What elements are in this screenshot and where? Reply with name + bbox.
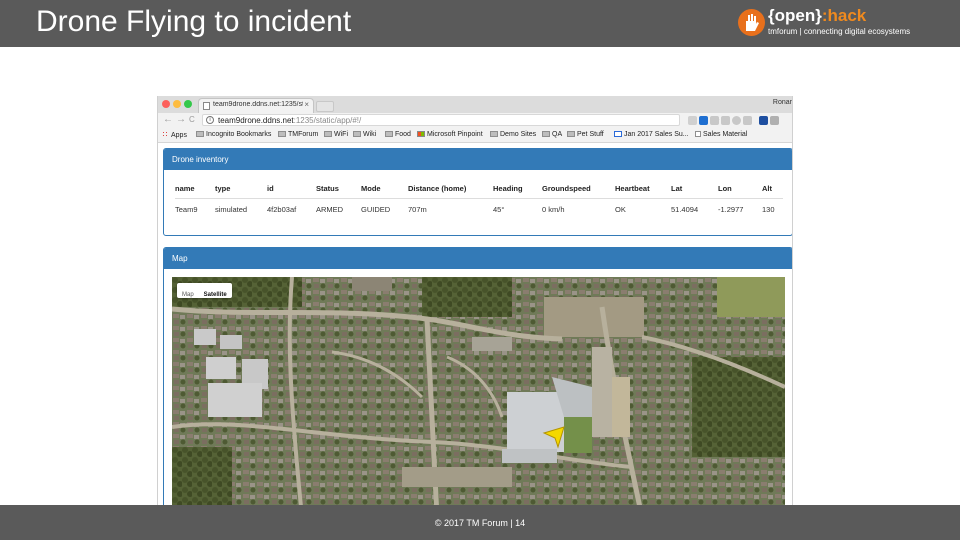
close-window-button[interactable] — [162, 100, 170, 108]
page-content: Drone inventory name type id Status Mode… — [158, 144, 792, 505]
extension-square-icon[interactable] — [770, 116, 779, 125]
cell-heartbeat: OK — [615, 205, 626, 214]
hand-logo-icon — [738, 9, 765, 36]
satellite-map[interactable]: Map Satellite — [172, 277, 785, 505]
folder-icon — [324, 131, 332, 137]
cell-distance: 707m — [408, 205, 427, 214]
table-divider — [175, 198, 783, 199]
page-icon — [695, 131, 701, 137]
column-header: Distance (home) — [408, 184, 467, 193]
extension-doc-icon[interactable] — [721, 116, 730, 125]
bookmark-incognito[interactable]: Incognito Bookmarks — [196, 131, 271, 138]
bookmark-food[interactable]: Food — [385, 131, 411, 138]
column-header: Lon — [718, 184, 732, 193]
browser-tab-bar: team9drone.ddns.net:1235/st × Ronar — [158, 96, 792, 113]
column-header: Alt — [762, 184, 772, 193]
zoom-window-button[interactable] — [184, 100, 192, 108]
new-tab-button[interactable] — [316, 101, 334, 112]
folder-icon — [385, 131, 393, 137]
apps-grid-icon — [162, 131, 169, 138]
cell-heading: 45° — [493, 205, 505, 214]
extension-mail-icon[interactable] — [688, 116, 697, 125]
slide-footer: © 2017 TM Forum | 14 — [0, 505, 960, 540]
bookmark-apps[interactable]: Apps — [162, 131, 187, 139]
map-type-map-button[interactable]: Map — [177, 288, 199, 302]
column-header: Mode — [361, 184, 381, 193]
back-arrow-icon[interactable]: ← — [163, 114, 173, 125]
column-header: Heartbeat — [615, 184, 650, 193]
map-panel-title: Map — [164, 248, 792, 269]
calendar-icon — [614, 131, 622, 137]
cell-name: Team9 — [175, 205, 198, 214]
folder-icon — [567, 131, 575, 137]
bookmark-microsoft-pinpoint[interactable]: Microsoft Pinpoint — [417, 131, 483, 138]
browser-tab-active[interactable]: team9drone.ddns.net:1235/st × — [198, 98, 314, 113]
bookmark-tmforum[interactable]: TMForum — [278, 131, 318, 138]
drone-inventory-panel: Drone inventory name type id Status Mode… — [163, 148, 792, 236]
drone-inventory-title: Drone inventory — [164, 149, 792, 170]
map-type-toggle: Map Satellite — [177, 283, 232, 298]
cell-type: simulated — [215, 205, 248, 214]
slide-header: Drone Flying to incident {open}:hack tmf… — [0, 0, 960, 47]
slide: Drone Flying to incident {open}:hack tmf… — [0, 0, 960, 540]
browser-window: team9drone.ddns.net:1235/st × Ronar ← → … — [157, 96, 793, 505]
url-text: team9drone.ddns.net:1235/static/app/#!/ — [218, 116, 362, 125]
cell-alt: 130 — [762, 205, 775, 214]
folder-icon — [542, 131, 550, 137]
cell-id: 4f2b03af — [267, 205, 297, 214]
extension-clock-icon[interactable] — [732, 116, 741, 125]
extension-lock-icon[interactable] — [743, 116, 752, 125]
cell-status: ARMED — [316, 205, 344, 214]
reload-icon[interactable]: C — [189, 115, 195, 124]
bookmark-qa[interactable]: QA — [542, 131, 562, 138]
microsoft-logo-icon — [417, 131, 425, 137]
footer-text: © 2017 TM Forum | 14 — [434, 518, 526, 528]
forward-arrow-icon[interactable]: → — [176, 114, 186, 125]
folder-icon — [278, 131, 286, 137]
cell-groundspeed: 0 km/h — [542, 205, 565, 214]
cell-lon: -1.2977 — [718, 205, 744, 214]
bookmark-demo-sites[interactable]: Demo Sites — [490, 131, 536, 138]
bookmark-pet-stuff[interactable]: Pet Stuff — [567, 131, 604, 138]
extension-v-icon[interactable] — [699, 116, 708, 125]
minimize-window-button[interactable] — [173, 100, 181, 108]
profile-name[interactable]: Ronar — [773, 99, 792, 106]
open-hack-logo: {open}:hack tmforum | connecting digital… — [738, 6, 928, 40]
map-type-satellite-button[interactable]: Satellite — [199, 288, 232, 302]
column-header: id — [267, 184, 274, 193]
extension-cloud-icon[interactable] — [710, 116, 719, 125]
column-header: Status — [316, 184, 339, 193]
page-favicon-icon — [203, 102, 210, 110]
tab-title: team9drone.ddns.net:1235/st — [213, 101, 303, 108]
address-bar-row: ← → C i team9drone.ddns.net:1235/static/… — [158, 113, 792, 128]
column-header: Groundspeed — [542, 184, 591, 193]
folder-icon — [490, 131, 498, 137]
map-panel: Map Map Satellite — [163, 247, 792, 505]
column-header: Lat — [671, 184, 683, 193]
page-info-icon[interactable]: i — [206, 116, 214, 124]
folder-icon — [196, 131, 204, 137]
column-header: type — [215, 184, 231, 193]
cell-lat: 51.4094 — [671, 205, 699, 214]
column-header: name — [175, 184, 195, 193]
extension-shield-icon[interactable] — [759, 116, 768, 125]
bookmark-wifi[interactable]: WiFi — [324, 131, 348, 138]
cell-mode: GUIDED — [361, 205, 391, 214]
bookmark-jan-sales[interactable]: Jan 2017 Sales Su... — [614, 131, 689, 138]
logo-tagline: tmforum | connecting digital ecosystems — [768, 27, 911, 36]
column-header: Heading — [493, 184, 523, 193]
folder-icon — [353, 131, 361, 137]
slide-title: Drone Flying to incident — [36, 5, 352, 38]
url-input[interactable]: i team9drone.ddns.net:1235/static/app/#!… — [202, 114, 720, 126]
bookmark-wiki[interactable]: Wiki — [353, 131, 376, 138]
satellite-imagery — [172, 277, 785, 505]
logo-wordmark: {open}:hack — [768, 6, 867, 25]
tab-close-icon[interactable]: × — [304, 100, 309, 109]
bookmarks-bar: Apps Incognito Bookmarks TMForum WiFi Wi… — [158, 128, 792, 143]
bookmark-sales-material[interactable]: Sales Material — [695, 131, 747, 138]
